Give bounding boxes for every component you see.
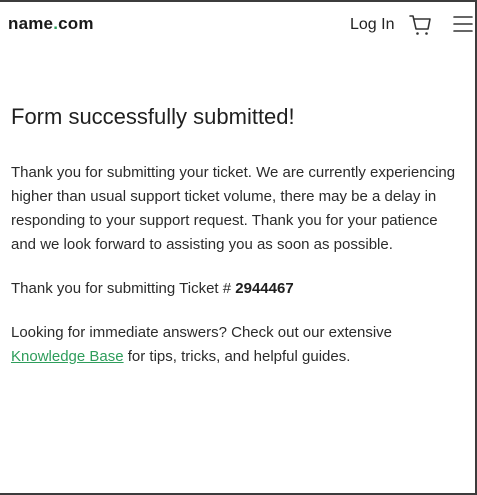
ticket-confirmation: Thank you for submitting Ticket # 294446… bbox=[11, 277, 463, 301]
logo-tld: com bbox=[58, 14, 94, 33]
confirmation-content: Form successfully submitted! Thank you f… bbox=[11, 102, 463, 369]
site-header: name.com Log In bbox=[0, 2, 475, 46]
help-prefix: Looking for immediate answers? Check out… bbox=[11, 324, 393, 341]
hamburger-menu-icon[interactable] bbox=[452, 15, 474, 33]
ticket-prefix: Thank you for submitting Ticket # bbox=[11, 280, 236, 297]
logo-name: name bbox=[8, 14, 54, 33]
login-link[interactable]: Log In bbox=[350, 15, 394, 35]
page-title: Form successfully submitted! bbox=[11, 104, 295, 129]
help-suffix: for tips, tricks, and helpful guides. bbox=[123, 348, 351, 365]
help-message: Looking for immediate answers? Check out… bbox=[11, 321, 463, 369]
knowledge-base-link[interactable]: Knowledge Base bbox=[11, 348, 124, 365]
site-logo[interactable]: name.com bbox=[8, 14, 94, 34]
ticket-number: 2944467 bbox=[235, 280, 294, 297]
page-frame: name.com Log In Form successfully submit… bbox=[0, 0, 477, 495]
cart-icon[interactable] bbox=[408, 13, 432, 37]
support-message: Thank you for submitting your ticket. We… bbox=[11, 164, 456, 253]
